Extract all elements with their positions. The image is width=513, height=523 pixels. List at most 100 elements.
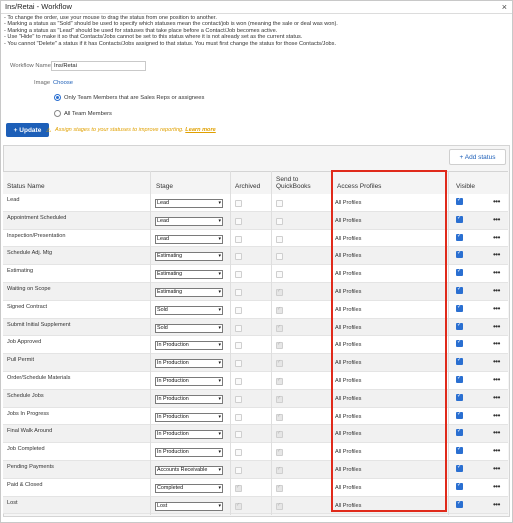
archived-checkbox[interactable] — [235, 217, 242, 225]
quickbooks-checkbox[interactable] — [276, 466, 283, 474]
quickbooks-checkbox[interactable] — [276, 502, 283, 510]
quickbooks-checkbox[interactable] — [276, 217, 283, 225]
archived-checkbox[interactable] — [235, 200, 242, 207]
more-horizontal-icon[interactable]: ••• — [493, 393, 500, 402]
access-profile-value[interactable]: All Profiles — [335, 325, 361, 331]
quickbooks-checkbox[interactable] — [276, 430, 283, 439]
more-horizontal-icon[interactable]: ••• — [493, 215, 500, 224]
stage-select[interactable]: In Production ▾ — [155, 377, 223, 386]
quickbooks-checkbox[interactable] — [276, 359, 283, 368]
stage-select[interactable]: Estimating ▾ — [155, 252, 223, 262]
stage-select[interactable]: Lost ▾ — [155, 501, 223, 511]
table-row[interactable]: Final Walk Around In Production ▾ All Profi… — [3, 425, 508, 444]
quickbooks-checkbox[interactable] — [276, 253, 283, 261]
archived-checkbox[interactable] — [235, 413, 242, 421]
radio-sales-reps[interactable]: Only Team Members that are Sales Reps or… — [54, 93, 204, 102]
access-profile-value[interactable]: All Profiles — [335, 431, 361, 437]
table-row[interactable]: Jobs In Progress In Production ▾ All Profil… — [3, 407, 508, 426]
access-profile-value[interactable]: All Profiles — [335, 414, 361, 420]
visible-checkbox[interactable] — [456, 446, 463, 455]
more-horizontal-icon[interactable]: ••• — [493, 304, 500, 313]
table-row[interactable]: Waiting on Scope Estimating ▾ All Profiles •… — [3, 283, 508, 301]
access-profile-value[interactable]: All Profiles — [335, 307, 361, 313]
more-horizontal-icon[interactable]: ••• — [493, 464, 500, 473]
stage-select[interactable]: In Production ▾ — [155, 394, 223, 404]
access-profile-value[interactable]: All Profiles — [335, 342, 361, 348]
more-horizontal-icon[interactable]: ••• — [493, 375, 500, 384]
access-profile-value[interactable]: All Profiles — [335, 253, 361, 259]
stage-select[interactable]: In Production ▾ — [155, 412, 223, 422]
update-button[interactable]: + Update — [6, 123, 49, 137]
table-row[interactable]: Estimating Estimating ▾ All Profiles ••• — [3, 265, 508, 283]
more-horizontal-icon[interactable]: ••• — [493, 250, 500, 259]
stage-select[interactable]: In Production ▾ — [155, 341, 223, 351]
stage-select[interactable]: Estimating ▾ — [155, 270, 223, 280]
radio-button[interactable] — [54, 110, 61, 117]
quickbooks-checkbox[interactable] — [276, 324, 283, 332]
archived-checkbox[interactable] — [235, 395, 242, 403]
quickbooks-checkbox[interactable] — [276, 448, 283, 457]
access-profile-value[interactable]: All Profiles — [335, 378, 361, 384]
stage-select[interactable]: In Production ▾ — [155, 448, 223, 458]
archived-checkbox[interactable] — [235, 342, 242, 350]
archived-checkbox[interactable] — [235, 289, 242, 296]
archived-checkbox[interactable] — [235, 484, 242, 492]
workflow-name-input[interactable]: Ins/Retai — [51, 61, 146, 71]
access-profile-value[interactable]: All Profiles — [335, 449, 361, 455]
table-row[interactable]: Job Completed In Production ▾ All Profiles •… — [3, 443, 508, 461]
radio-all-members[interactable]: All Team Members — [54, 109, 112, 118]
visible-checkbox[interactable] — [456, 500, 463, 508]
stage-select[interactable]: Lead ▾ — [155, 216, 223, 226]
quickbooks-checkbox[interactable] — [276, 271, 283, 279]
more-horizontal-icon[interactable]: ••• — [493, 500, 500, 509]
quickbooks-checkbox[interactable] — [276, 484, 283, 492]
access-profile-value[interactable]: All Profiles — [335, 503, 361, 509]
stage-select[interactable]: Lead ▾ — [155, 199, 223, 208]
access-profile-value[interactable]: All Profiles — [335, 396, 361, 402]
quickbooks-checkbox[interactable] — [276, 395, 283, 403]
stage-select[interactable]: Completed ▾ — [155, 483, 223, 493]
quickbooks-checkbox[interactable] — [276, 235, 283, 243]
visible-checkbox[interactable] — [456, 286, 463, 294]
access-profile-value[interactable]: All Profiles — [335, 467, 361, 473]
archived-checkbox[interactable] — [235, 502, 242, 510]
visible-checkbox[interactable] — [456, 375, 463, 383]
archived-checkbox[interactable] — [235, 324, 242, 332]
quickbooks-checkbox[interactable] — [276, 288, 283, 296]
visible-checkbox[interactable] — [456, 464, 463, 472]
visible-checkbox[interactable] — [456, 411, 463, 419]
access-profile-value[interactable]: All Profiles — [335, 236, 361, 242]
archived-checkbox[interactable] — [235, 360, 242, 368]
visible-checkbox[interactable] — [456, 357, 463, 366]
table-row[interactable]: Appointment Scheduled Lead ▾ All Profiles ••… — [3, 211, 508, 230]
access-profile-value[interactable]: All Profiles — [335, 360, 361, 366]
visible-checkbox[interactable] — [456, 339, 463, 348]
more-horizontal-icon[interactable]: ••• — [493, 339, 500, 348]
access-profile-value[interactable]: All Profiles — [335, 271, 361, 277]
archived-checkbox[interactable] — [235, 235, 242, 243]
stage-select[interactable]: Sold ▾ — [155, 323, 223, 333]
more-horizontal-icon[interactable]: ••• — [493, 428, 500, 437]
visible-checkbox[interactable] — [456, 268, 463, 277]
table-row[interactable]: Schedule Adj. Mtg Estimating ▾ All Profiles… — [3, 247, 508, 266]
visible-checkbox[interactable] — [456, 393, 463, 401]
stage-select[interactable]: In Production ▾ — [155, 359, 223, 369]
learn-more-link[interactable]: Learn more — [185, 127, 215, 133]
quickbooks-checkbox[interactable] — [276, 341, 283, 350]
archived-checkbox[interactable] — [235, 253, 242, 261]
table-row[interactable]: Schedule Jobs In Production ▾ All Profiles •… — [3, 389, 508, 408]
table-row[interactable]: Pull Permit In Production ▾ All Profiles ••• — [3, 354, 508, 372]
more-horizontal-icon[interactable]: ••• — [493, 411, 500, 420]
access-profile-value[interactable]: All Profiles — [335, 200, 361, 206]
archived-checkbox[interactable] — [235, 431, 242, 439]
archived-checkbox[interactable] — [235, 271, 242, 279]
access-profile-value[interactable]: All Profiles — [335, 218, 361, 224]
table-row[interactable]: Lost Lost ▾ All Profiles ••• — [3, 496, 508, 515]
quickbooks-checkbox[interactable] — [276, 200, 283, 207]
table-row[interactable]: Inspection/Presentation Lead ▾ All Profiles… — [3, 229, 508, 248]
visible-checkbox[interactable] — [456, 322, 463, 330]
table-row[interactable]: Paid & Closed Completed ▾ All Profiles ••• — [3, 478, 508, 497]
access-profile-value[interactable]: All Profiles — [335, 289, 361, 295]
quickbooks-checkbox[interactable] — [276, 377, 283, 385]
more-horizontal-icon[interactable]: ••• — [493, 357, 500, 366]
